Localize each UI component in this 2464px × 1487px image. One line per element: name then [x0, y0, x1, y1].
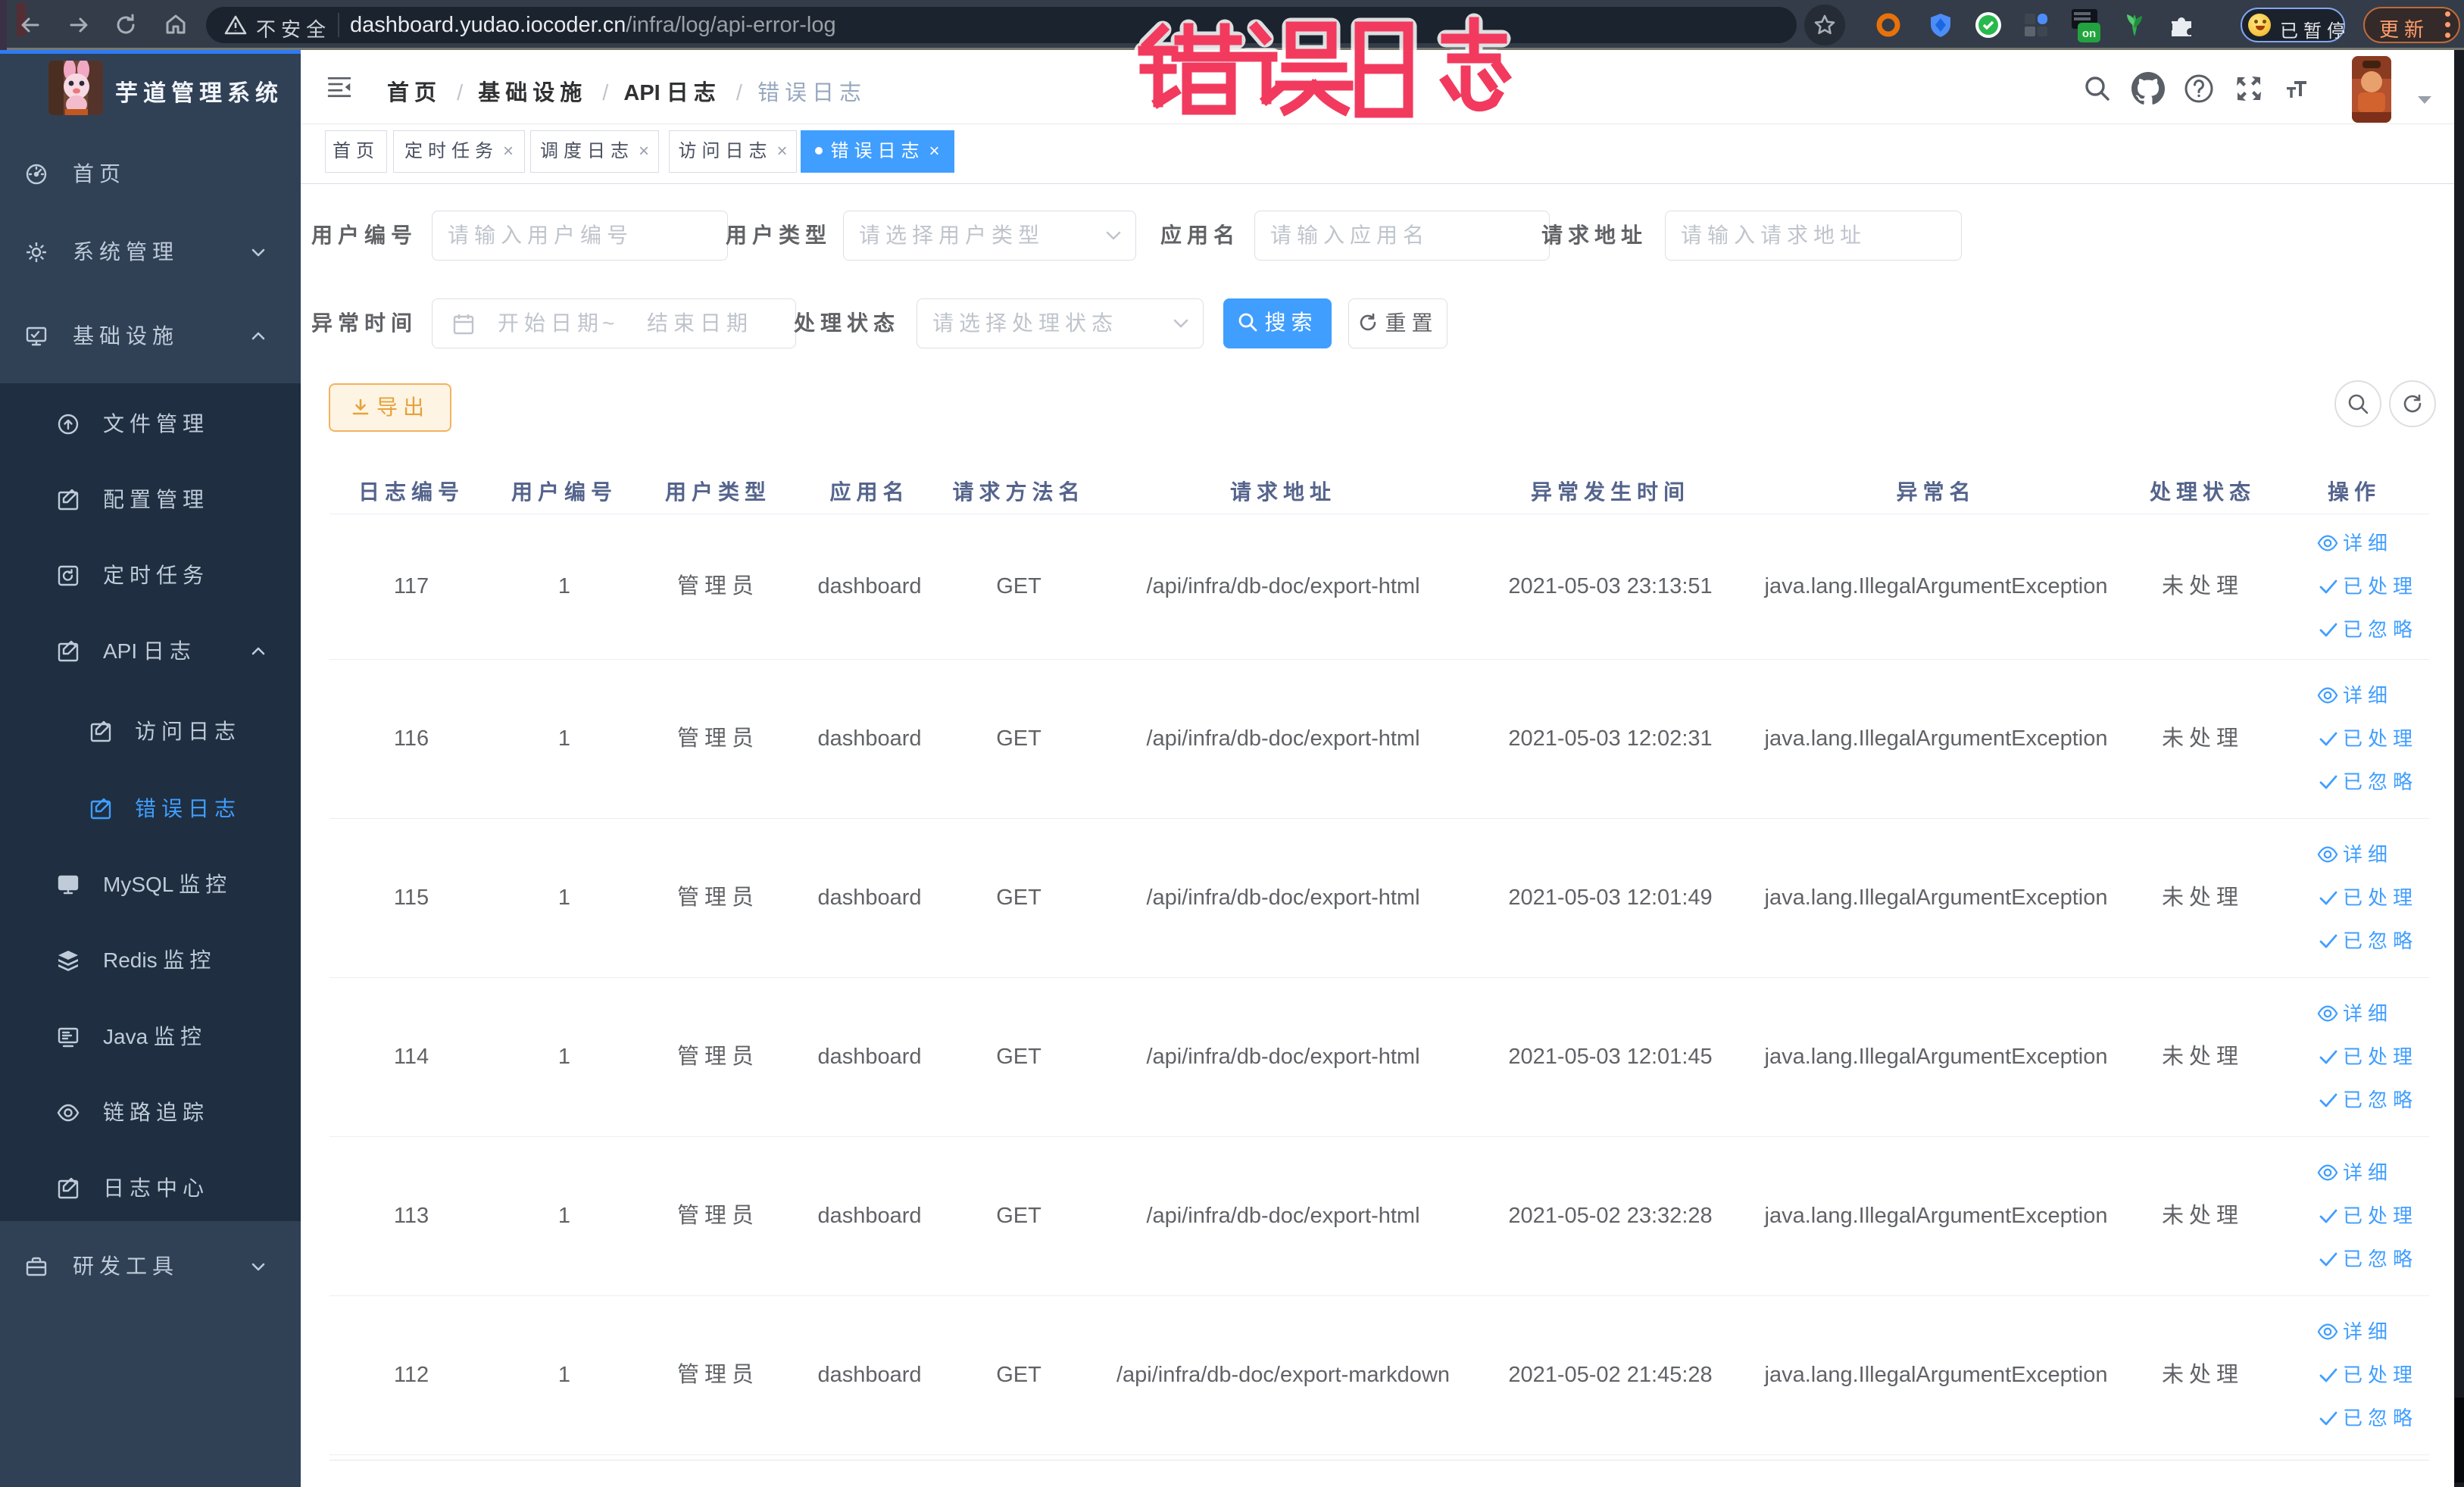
svg-text:on: on: [2082, 27, 2096, 40]
